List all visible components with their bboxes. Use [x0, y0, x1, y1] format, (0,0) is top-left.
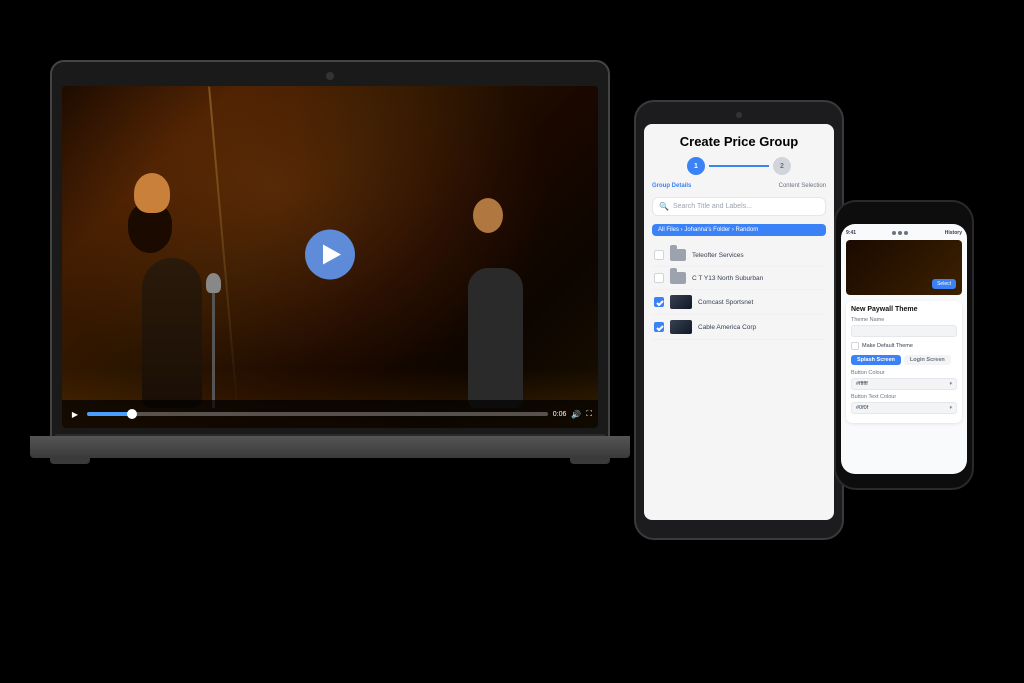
musician-body	[468, 268, 523, 408]
volume-icon[interactable]: 🔊	[571, 410, 581, 419]
button-text-colour-value: #0f0f	[856, 405, 868, 411]
musician-figure	[458, 228, 558, 408]
laptop-foot-left	[50, 456, 90, 464]
file-checkbox-2[interactable]	[654, 273, 664, 283]
tablet-camera	[736, 112, 742, 118]
file-checkbox-1[interactable]	[654, 250, 664, 260]
mic-head	[206, 273, 221, 293]
status-dot-2	[898, 231, 902, 235]
laptop-foot-right	[570, 456, 610, 464]
phone-device: 9:41 History Select New Paywall Theme	[834, 200, 974, 490]
step-2-circle: 2	[773, 157, 791, 175]
laptop-screen-outer: ▶ 0:06 🔊 ⛶	[50, 60, 610, 440]
step-2-label: Content Selection	[779, 183, 826, 189]
play-triangle-icon	[323, 245, 341, 265]
tablet-page-title: Create Price Group	[652, 134, 826, 149]
file-name-4: Cable America Corp	[698, 324, 824, 331]
default-theme-row: Make Default Theme	[851, 342, 957, 350]
play-button[interactable]	[305, 230, 355, 280]
step-connector-line	[709, 165, 769, 167]
progress-stepper: 1 2	[652, 157, 826, 175]
button-text-colour-label: Button Text Colour	[851, 394, 957, 400]
dropdown-arrow-icon: ▾	[949, 381, 952, 387]
checkmark-icon	[655, 298, 665, 308]
phone-action-label[interactable]: History	[945, 230, 962, 236]
tab-login-screen[interactable]: Login Screen	[904, 355, 951, 365]
file-checkbox-4[interactable]	[654, 322, 664, 332]
step-1-circle: 1	[687, 157, 705, 175]
phone-video-thumbnail: Select	[846, 240, 962, 295]
phone-time: 9:41	[846, 230, 856, 236]
phone-status-icons	[892, 231, 908, 235]
folder-icon-2	[670, 272, 686, 284]
button-colour-label: Button Colour	[851, 370, 957, 376]
video-time: 0:06	[553, 411, 567, 418]
video-background: ▶ 0:06 🔊 ⛶	[62, 86, 598, 428]
file-checkbox-3[interactable]	[654, 297, 664, 307]
step-1-label: Group Details	[652, 183, 691, 189]
video-progress-fill	[87, 412, 133, 416]
button-text-colour-select[interactable]: #0f0f ▾	[851, 402, 957, 414]
table-row: Comcast Sportsnet	[652, 290, 826, 315]
tablet-device: Create Price Group 1 2 Group Details Con…	[634, 100, 844, 540]
breadcrumb-text: All Files › Johanna's Folder › Random	[658, 227, 758, 233]
phone-notch	[879, 210, 929, 220]
status-dot-3	[904, 231, 908, 235]
search-icon: 🔍	[659, 202, 669, 211]
laptop-camera	[326, 72, 334, 80]
dropdown-arrow-icon-2: ▾	[949, 405, 952, 411]
scene: ▶ 0:06 🔊 ⛶	[0, 0, 1024, 683]
theme-name-label: Theme Name	[851, 317, 957, 323]
video-controls-bar: ▶ 0:06 🔊 ⛶	[62, 400, 598, 428]
laptop-screen: ▶ 0:06 🔊 ⛶	[62, 86, 598, 428]
table-row: Cable America Corp	[652, 315, 826, 340]
phone-content: 9:41 History Select New Paywall Theme	[841, 224, 967, 429]
singer-head	[134, 173, 170, 213]
singer-figure	[122, 208, 242, 408]
video-progress-bar[interactable]	[87, 412, 548, 416]
phone-top-bar: 9:41 History	[846, 230, 962, 236]
tablet-screen: Create Price Group 1 2 Group Details Con…	[644, 124, 834, 520]
laptop: ▶ 0:06 🔊 ⛶	[50, 60, 630, 580]
tab-splash-screen[interactable]: Splash Screen	[851, 355, 901, 365]
video-thumbnail-3	[670, 295, 692, 309]
musician-head	[473, 198, 503, 233]
file-name-3: Comcast Sportsnet	[698, 299, 824, 306]
phone-screen: 9:41 History Select New Paywall Theme	[841, 224, 967, 474]
table-row: Teleofter Services	[652, 244, 826, 267]
laptop-base	[30, 436, 630, 458]
step-labels: Group Details Content Selection	[652, 183, 826, 189]
singer-body	[142, 258, 202, 408]
checkmark-icon	[655, 323, 665, 333]
status-dot-1	[892, 231, 896, 235]
table-row: C T Y13 North Suburban	[652, 267, 826, 290]
video-progress-dot	[127, 409, 137, 419]
paywall-section-title: New Paywall Theme	[851, 306, 957, 313]
default-theme-label: Make Default Theme	[862, 343, 913, 349]
button-colour-value: #ffffff	[856, 381, 868, 387]
phone-select-button[interactable]: Select	[932, 279, 956, 289]
file-name-2: C T Y13 North Suburban	[692, 275, 824, 282]
search-placeholder-text: Search Title and Labels...	[673, 203, 752, 210]
paywall-theme-section: New Paywall Theme Theme Name Make Defaul…	[846, 301, 962, 423]
file-name-1: Teleofter Services	[692, 252, 824, 259]
video-thumbnail-4	[670, 320, 692, 334]
search-bar[interactable]: 🔍 Search Title and Labels...	[652, 197, 826, 216]
tablet-content: Create Price Group 1 2 Group Details Con…	[644, 124, 834, 350]
folder-icon-1	[670, 249, 686, 261]
button-colour-select[interactable]: #ffffff ▾	[851, 378, 957, 390]
file-breadcrumb[interactable]: All Files › Johanna's Folder › Random	[652, 224, 826, 236]
default-theme-checkbox[interactable]	[851, 342, 859, 350]
screen-type-tabs: Splash Screen Login Screen	[851, 355, 957, 365]
video-play-icon[interactable]: ▶	[68, 407, 82, 421]
theme-name-input[interactable]	[851, 325, 957, 337]
mic-stand	[212, 288, 215, 408]
fullscreen-icon[interactable]: ⛶	[586, 409, 592, 419]
